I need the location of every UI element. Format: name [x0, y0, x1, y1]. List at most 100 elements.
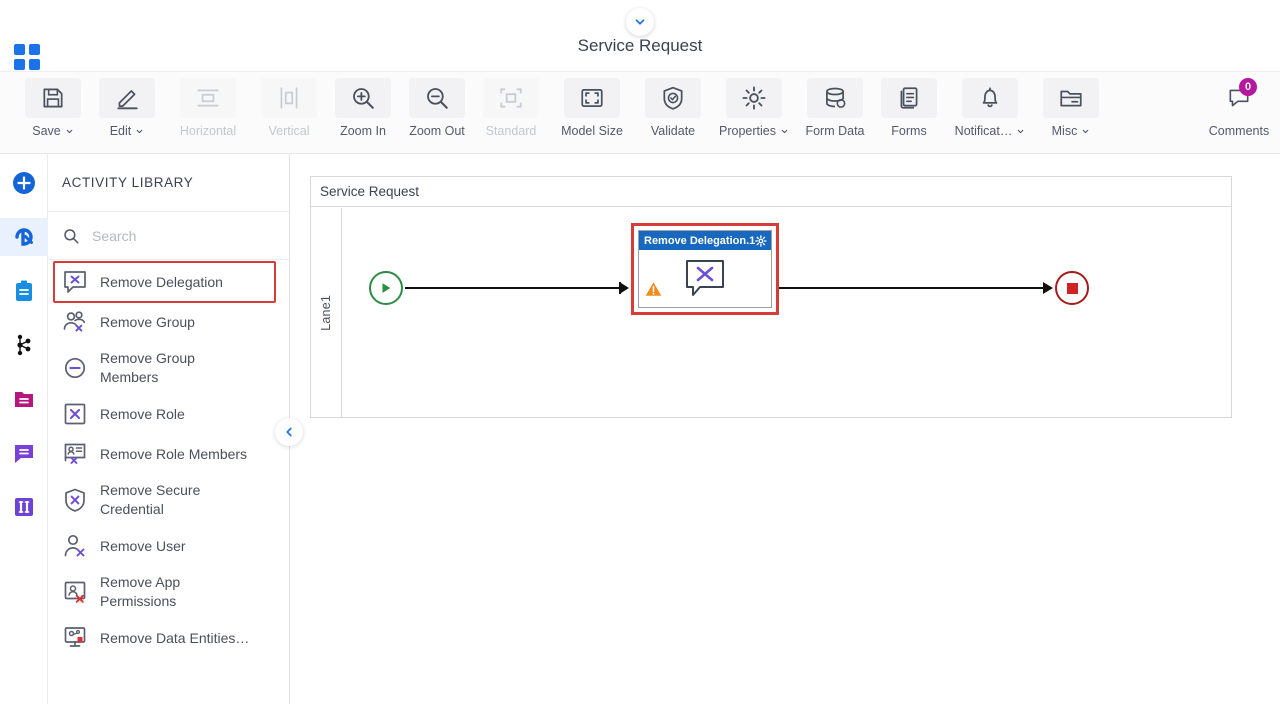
library-item-label: Remove Role Members: [100, 445, 248, 462]
activity-warning-badge[interactable]: [645, 281, 662, 302]
activity-library-panel: ACTIVITY LIBRARY Remove Delegation Remov…: [48, 154, 303, 704]
vertical-icon: [280, 87, 298, 109]
remove-group-icon-wrap: [62, 309, 88, 335]
rail-item-columns[interactable]: [0, 488, 48, 526]
sequence-flow-1-arrow: [621, 283, 629, 293]
collapse-header-chevron-button[interactable]: [626, 8, 654, 36]
toolbar-button-validate[interactable]: Validate: [636, 72, 710, 138]
diagram-canvas[interactable]: Service Request Lane1 Remove Delegation.…: [290, 154, 1280, 704]
toolbar-label: Model Size: [561, 124, 623, 138]
toolbar-button-form-data[interactable]: Form Data: [798, 72, 872, 138]
chevron-down-icon: [1083, 129, 1089, 133]
toolbar-label: Notificat…: [955, 124, 1026, 138]
toolbar-button-notificat[interactable]: Notificat…: [946, 72, 1034, 138]
toolbar-button-zoom-in[interactable]: Zoom In: [326, 72, 400, 138]
toolbar-label: Horizontal: [179, 124, 237, 138]
toolbar-button-model-size[interactable]: Model Size: [548, 72, 636, 138]
database-icon-wrap: [807, 78, 863, 118]
remove-data-entities-icon: [64, 627, 86, 647]
folder-icon: [1060, 90, 1082, 107]
library-item-remove-role-members[interactable]: Remove Role Members: [48, 434, 289, 474]
library-item-remove-group-members[interactable]: Remove Group Members: [48, 342, 289, 394]
horizontal-icon: [197, 89, 219, 107]
remove-role-members-icon: [64, 443, 86, 464]
toolbar-label: Validate: [650, 124, 696, 138]
toolbar-button-edit[interactable]: Edit: [90, 72, 164, 138]
page-title: Service Request: [577, 36, 703, 55]
search-bar[interactable]: [48, 212, 289, 260]
library-item-remove-secure-credential[interactable]: Remove Secure Credential: [48, 474, 289, 526]
start-event[interactable]: [369, 271, 403, 305]
remove-role-icon-wrap: [62, 401, 88, 427]
activity-node-remove-delegation[interactable]: Remove Delegation.1: [631, 223, 779, 315]
toolbar-button-vertical: Vertical: [252, 72, 326, 138]
activity-node-header: Remove Delegation.1: [639, 231, 771, 250]
toolbar-button-zoom-out[interactable]: Zoom Out: [400, 72, 474, 138]
rail-item-activity[interactable]: [0, 218, 48, 256]
chat-icon: [14, 445, 33, 463]
standard-icon: [500, 88, 522, 108]
library-item-remove-data-entities[interactable]: Remove Data Entities…: [48, 618, 289, 658]
rail-item-chat[interactable]: [0, 434, 48, 472]
hierarchy-icon: [16, 334, 30, 356]
sequence-flow-1[interactable]: [405, 287, 621, 289]
search-icon: [64, 228, 79, 243]
remove-app-permissions-icon-wrap: [62, 579, 88, 605]
body-area: ACTIVITY LIBRARY Remove Delegation Remov…: [0, 154, 1280, 704]
remove-secure-credential-icon-wrap: [62, 487, 88, 513]
remove-user-icon: [64, 534, 85, 557]
remove-secure-credential-icon: [65, 488, 85, 512]
toolbar-label: Edit: [110, 124, 145, 138]
toolbar-button-properties[interactable]: Properties: [710, 72, 798, 138]
database-icon: [826, 87, 846, 108]
toolbar-label: Misc: [1052, 124, 1091, 138]
horizontal-icon-wrap: [180, 78, 236, 118]
zoom-in-icon: [353, 88, 374, 109]
comments-label: Comments: [1208, 124, 1270, 138]
library-item-remove-delegation[interactable]: Remove Delegation: [53, 261, 276, 303]
library-item-label: Remove Data Entities…: [100, 629, 250, 646]
pool[interactable]: Service Request Lane1 Remove Delegation.…: [310, 176, 1232, 418]
remove-role-members-icon-wrap: [62, 441, 88, 467]
folder-icon: [14, 392, 33, 407]
collapse-panel-button[interactable]: [275, 418, 303, 446]
rail-item-hierarchy[interactable]: [0, 326, 48, 364]
rail-item-clipboard[interactable]: [0, 272, 48, 310]
zoom-in-icon-wrap: [335, 78, 391, 118]
toolbar: Save Edit Horizontal Vertical Zoom In Zo…: [0, 72, 1280, 154]
comments-button[interactable]: 0 Comments: [1202, 78, 1276, 138]
library-item-label: Remove Delegation: [100, 273, 223, 290]
warning-icon: [645, 282, 662, 296]
toolbar-button-forms[interactable]: Forms: [872, 72, 946, 138]
remove-group-members-icon-wrap: [62, 355, 88, 381]
toolbar-button-misc[interactable]: Misc: [1034, 72, 1108, 138]
library-item-label: Remove App Permissions: [100, 574, 181, 609]
standard-icon-wrap: [483, 78, 539, 118]
toolbar-button-save[interactable]: Save: [16, 72, 90, 138]
pool-title: Service Request: [311, 177, 1231, 207]
remove-app-permissions-icon: [64, 581, 86, 603]
end-event[interactable]: [1055, 271, 1089, 305]
gear-icon[interactable]: [755, 234, 767, 247]
library-item-remove-group[interactable]: Remove Group: [48, 302, 289, 342]
lane-body[interactable]: Remove Delegation.1: [342, 208, 1231, 417]
rail-item-folder[interactable]: [0, 380, 48, 418]
sequence-flow-2[interactable]: [779, 287, 1045, 289]
clipboard-icon: [15, 280, 32, 301]
bell-icon-wrap: [962, 78, 1018, 118]
top-bar: Service Request: [0, 0, 1280, 72]
rail-item-add[interactable]: [0, 164, 48, 202]
remove-group-members-icon: [64, 357, 86, 379]
forms-icon: [900, 87, 918, 109]
library-item-label: Remove Group Members: [100, 350, 195, 385]
chevron-down-icon: [781, 129, 788, 133]
library-item-remove-user[interactable]: Remove User: [48, 526, 289, 566]
library-item-label: Remove Group: [100, 313, 195, 330]
lane: Lane1 Remove Delegation.1: [311, 208, 1231, 417]
toolbar-label: Zoom In: [340, 124, 386, 138]
library-item-remove-app-permissions[interactable]: Remove App Permissions: [48, 566, 289, 618]
activity-list: Remove Delegation Remove Group Remove Gr…: [48, 260, 289, 704]
search-input[interactable]: [90, 226, 240, 245]
stop-icon: [1066, 282, 1078, 294]
library-item-remove-role[interactable]: Remove Role: [48, 394, 289, 434]
